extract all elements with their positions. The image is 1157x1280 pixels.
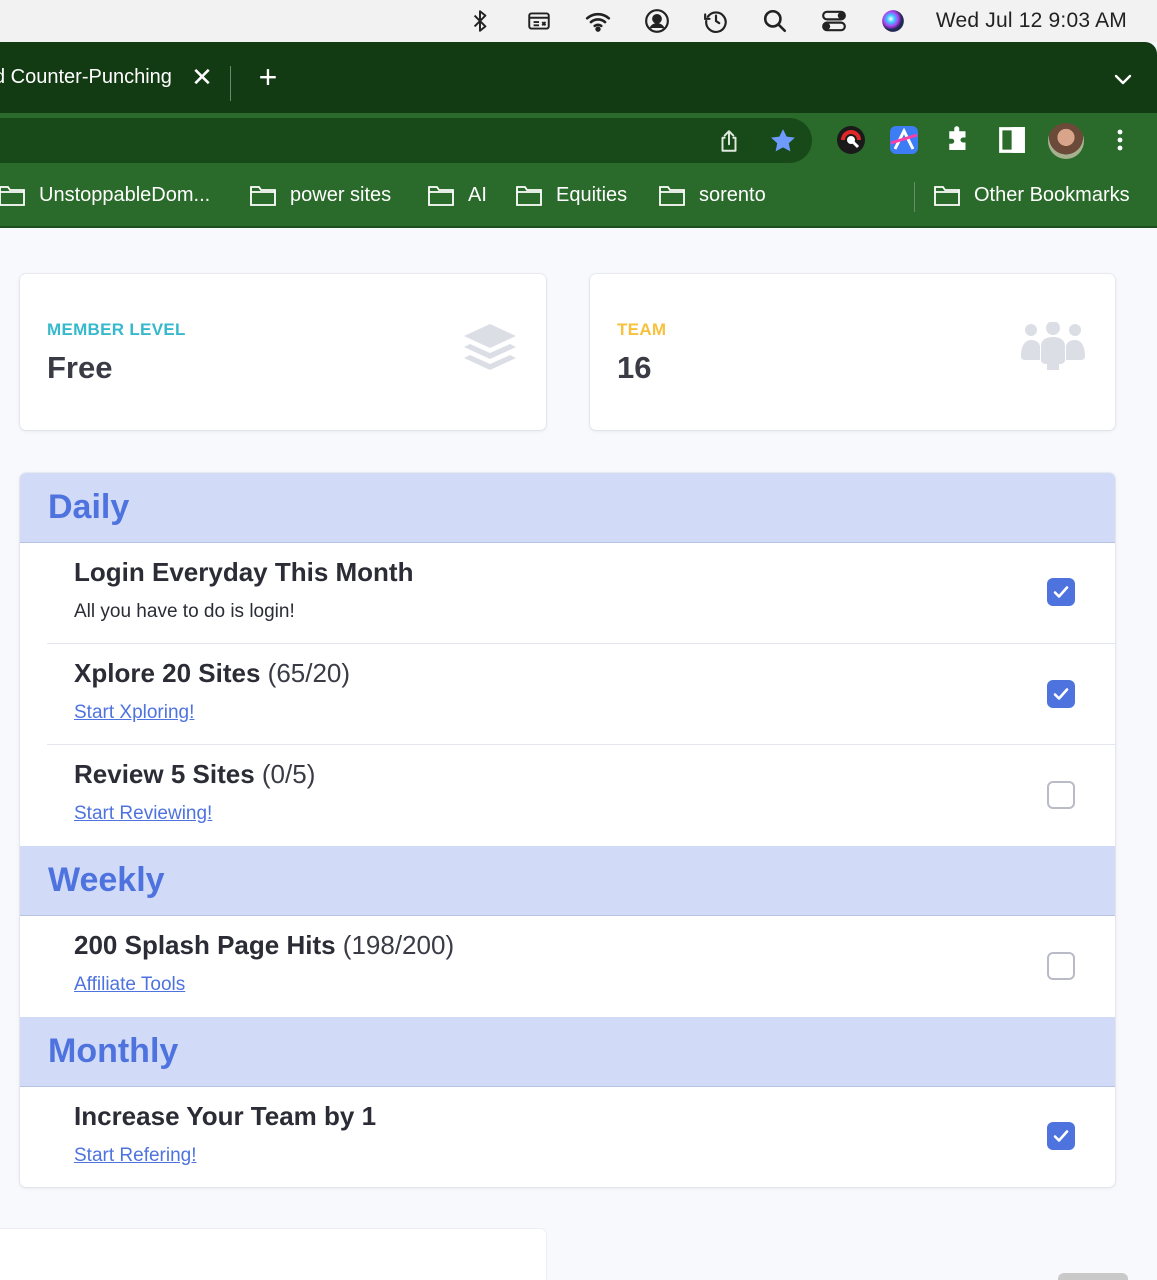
profile-avatar[interactable] [1048, 123, 1084, 159]
extension-app-icon[interactable] [889, 125, 919, 155]
task-description: All you have to do is login! [74, 601, 295, 622]
bookmark-folder[interactable]: UnstoppableDom... [0, 183, 210, 207]
folder-icon [428, 186, 454, 206]
address-bar[interactable] [0, 118, 812, 163]
chevron-down-icon[interactable] [1111, 67, 1135, 91]
scroll-to-top-button[interactable] [1058, 1273, 1128, 1280]
bookmarks-bar: UnstoppableDom... power sites AI Equitie… [0, 168, 1157, 228]
section-weekly-title: Weekly [48, 861, 165, 899]
control-center-icon[interactable] [819, 6, 849, 36]
task-review-sites: Review 5 Sites (0/5) Start Reviewing! [47, 745, 1115, 846]
task-name: Xplore 20 Sites [74, 658, 261, 688]
bookmark-folder[interactable]: Equities [515, 183, 627, 207]
start-refering-link[interactable]: Start Refering! [74, 1145, 197, 1167]
task-splash-page-hits: 200 Splash Page Hits (198/200) Affiliate… [47, 916, 1115, 1017]
folder-icon [516, 186, 542, 206]
folder-icon [0, 186, 25, 206]
folder-icon [659, 186, 685, 206]
task-increase-team: Increase Your Team by 1 Start Refering! [47, 1087, 1115, 1187]
task-name: 200 Splash Page Hits [74, 930, 336, 960]
task-progress: (0/5) [261, 759, 316, 789]
extensions-puzzle-icon[interactable] [943, 125, 973, 155]
macos-menubar: Wed Jul 12 9:03 AM [0, 0, 1157, 42]
tab-separator [230, 66, 231, 101]
section-weekly: Weekly [20, 846, 1115, 916]
task-checkbox[interactable] [1047, 1122, 1075, 1150]
checkmark-icon [1053, 688, 1069, 700]
bookmark-folder[interactable]: power sites [249, 183, 391, 207]
task-login-everyday: Login Everyday This Month All you have t… [47, 543, 1115, 644]
task-checkbox[interactable] [1047, 680, 1075, 708]
section-daily: Daily [20, 473, 1115, 543]
task-name: Increase Your Team by 1 [74, 1101, 377, 1131]
member-level-value: Free [47, 350, 113, 385]
user-icon[interactable] [642, 6, 672, 36]
task-xplore-sites: Xplore 20 Sites (65/20) Start Xploring! [47, 644, 1115, 745]
bluetooth-icon[interactable] [465, 6, 495, 36]
siri-icon[interactable] [878, 6, 908, 36]
bookmark-folder[interactable]: AI [427, 183, 487, 207]
spotlight-icon[interactable] [760, 6, 790, 36]
start-reviewing-link[interactable]: Start Reviewing! [74, 803, 212, 825]
task-checkbox[interactable] [1047, 781, 1075, 809]
browser-toolbar [0, 113, 1157, 168]
time-machine-icon[interactable] [701, 6, 731, 36]
start-xploring-link[interactable]: Start Xploring! [74, 702, 194, 724]
section-daily-title: Daily [48, 488, 130, 526]
task-progress: (65/20) [267, 658, 351, 688]
member-level-title: MEMBER LEVEL [47, 320, 186, 339]
section-monthly: Monthly [20, 1017, 1115, 1087]
layers-icon [464, 324, 516, 370]
task-progress: (198/200) [342, 930, 455, 960]
task-name: Review 5 Sites [74, 759, 255, 789]
team-card: TEAM 16 [590, 274, 1115, 430]
display-icon[interactable] [524, 6, 554, 36]
team-value: 16 [617, 350, 652, 385]
browser-tab[interactable]: d Counter-Punching ✕ [0, 42, 214, 113]
page-content: MEMBER LEVEL Free TEAM 16 Daily Login Ev… [0, 230, 1157, 1280]
bookmarks-separator [914, 182, 915, 212]
bookmark-star-icon[interactable] [768, 126, 798, 156]
tasks-card: Daily Login Everyday This Month All you … [20, 473, 1115, 1187]
task-checkbox[interactable] [1047, 952, 1075, 980]
extension-rocket-icon[interactable] [836, 125, 866, 155]
member-level-card: MEMBER LEVEL Free [20, 274, 546, 430]
users-icon [1021, 322, 1085, 370]
affiliate-tools-link[interactable]: Affiliate Tools [74, 974, 185, 996]
task-checkbox[interactable] [1047, 578, 1075, 606]
menubar-clock[interactable]: Wed Jul 12 9:03 AM [936, 9, 1127, 33]
task-name: Login Everyday This Month [74, 557, 414, 587]
checkmark-icon [1053, 1130, 1069, 1142]
folder-icon [250, 186, 276, 206]
browser-tab-bar: d Counter-Punching ✕ + [0, 42, 1157, 113]
tab-title: d Counter-Punching [0, 66, 172, 88]
section-monthly-title: Monthly [48, 1032, 179, 1070]
bookmark-folder[interactable]: sorento [658, 183, 766, 207]
share-icon[interactable] [716, 128, 742, 154]
team-title: TEAM [617, 320, 667, 339]
more-menu-icon[interactable] [1105, 125, 1135, 155]
new-tab-button[interactable]: + [253, 61, 283, 93]
close-tab-icon[interactable]: ✕ [190, 62, 214, 93]
bottom-card [0, 1229, 546, 1280]
folder-icon [934, 186, 960, 206]
other-bookmarks-folder[interactable]: Other Bookmarks [933, 183, 1130, 207]
wifi-icon[interactable] [583, 6, 613, 36]
checkmark-icon [1053, 586, 1069, 598]
side-panel-icon[interactable] [997, 125, 1027, 155]
